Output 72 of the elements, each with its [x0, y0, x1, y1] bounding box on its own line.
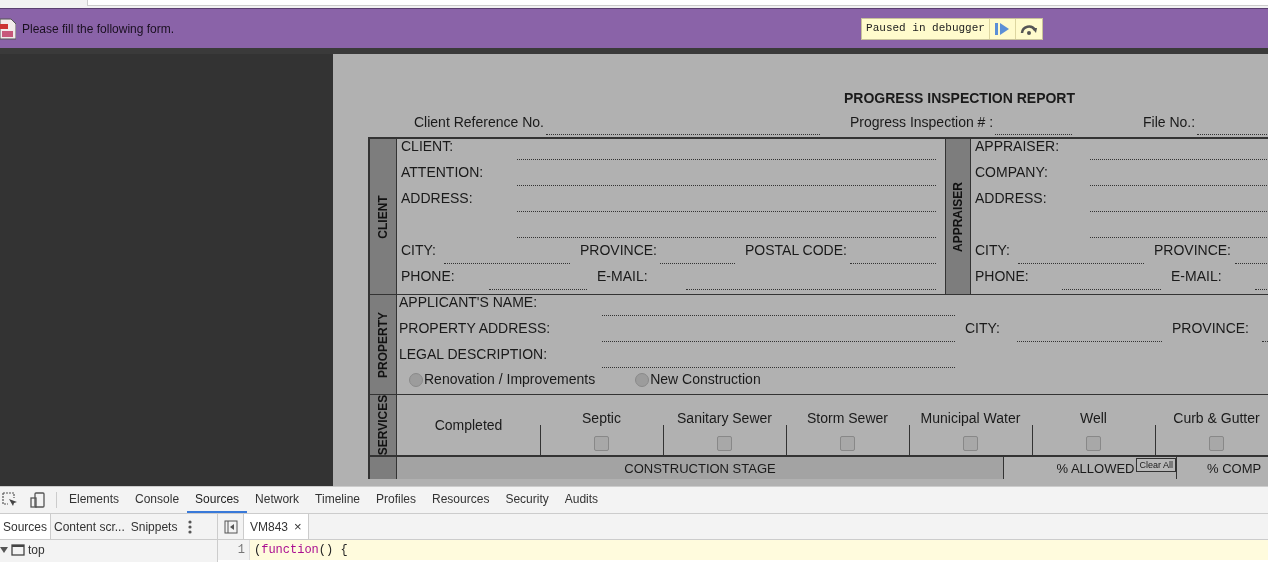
devtools-tab[interactable]: Console — [127, 487, 188, 513]
field-label: CITY: — [401, 241, 437, 260]
table-header-cell: CONSTRUCTION STAGE — [397, 457, 1004, 479]
navigator-tab[interactable]: Snippets — [127, 514, 181, 539]
checkbox[interactable] — [1209, 436, 1224, 451]
section-label: APPRAISER — [945, 139, 971, 294]
more-icon[interactable] — [188, 519, 193, 534]
devtools-tab[interactable]: Timeline — [307, 487, 368, 513]
field-label: PHONE: — [975, 267, 1030, 286]
checkbox[interactable] — [840, 436, 855, 451]
field-label: POSTAL CODE: — [745, 241, 848, 260]
field-label: File No.: — [1143, 113, 1196, 132]
sidebar-toggle-icon — [223, 519, 238, 534]
devtools-tab[interactable]: Security — [497, 487, 557, 513]
devtools-tab[interactable]: Resources — [424, 487, 498, 513]
devtools-tab[interactable]: Profiles — [368, 487, 425, 513]
checkbox[interactable] — [594, 436, 609, 451]
table-header-cell-text: % COMP — [1206, 460, 1262, 478]
column-heading: Municipal Water — [920, 409, 1021, 428]
field-label: APPLICANT'S NAME: — [399, 293, 539, 312]
navigator-tab[interactable]: Content scr... — [51, 514, 128, 539]
close-button[interactable]: × — [294, 516, 302, 537]
section-label: PROPERTY — [370, 295, 397, 394]
field-label: LEGAL DESCRIPTION: — [399, 345, 549, 364]
checkbox[interactable] — [1086, 436, 1101, 451]
column-heading: Well — [1080, 409, 1107, 428]
section-label: SERVICES — [370, 395, 397, 455]
radio-option[interactable]: Renovation / Improvements — [409, 369, 596, 390]
column-heading: Storm Sewer — [807, 409, 888, 428]
checkbox[interactable] — [717, 436, 732, 451]
field-label: E-MAIL: — [597, 267, 649, 286]
tree-item[interactable]: top — [0, 540, 217, 560]
column-heading: Sanitary Sewer — [677, 409, 772, 428]
notification-message: Please fill the following form. — [22, 20, 175, 38]
field-label: APPRAISER: — [975, 137, 1061, 156]
field-label: Client Reference No. — [414, 113, 544, 132]
field-label: CITY: — [975, 241, 1011, 260]
field-label: PHONE: — [401, 267, 456, 286]
column-heading: Curb & Gutter — [1173, 409, 1260, 428]
form-title: PROGRESS INSPECTION REPORT — [844, 89, 1076, 108]
column-heading: Septic — [582, 409, 621, 428]
inspect-icon[interactable] — [2, 492, 18, 508]
field-label: COMPANY: — [975, 163, 1049, 182]
field-label: E-MAIL: — [1171, 267, 1223, 286]
debugger-status: Paused in debugger — [862, 18, 990, 39]
field-label: Progress Inspection # : — [850, 113, 994, 132]
field-label: PROVINCE: — [1172, 319, 1250, 338]
navigator-tab[interactable]: Sources — [0, 514, 52, 539]
row-label: Completed — [434, 415, 503, 435]
field-label: PROVINCE: — [1154, 241, 1232, 260]
checkbox[interactable] — [963, 436, 978, 451]
field-label: PROVINCE: — [580, 241, 658, 260]
device-icon[interactable] — [30, 492, 46, 508]
document-icon — [0, 17, 16, 40]
radio-option[interactable]: New Construction — [635, 369, 761, 390]
table-header-cell-text: % ALLOWED — [1056, 461, 1135, 478]
window-icon — [11, 544, 25, 556]
devtools-tab[interactable]: Audits — [556, 487, 607, 513]
devtools-tab[interactable]: Elements — [61, 487, 128, 513]
field-label: PROPERTY ADDRESS: — [399, 319, 552, 338]
step-over-icon — [1019, 22, 1038, 35]
field-label: ADDRESS: — [975, 189, 1048, 208]
file-tab[interactable]: VM843 × — [244, 514, 309, 539]
field-label: ADDRESS: — [401, 189, 474, 208]
section-label: CLIENT — [370, 139, 397, 294]
clear-all-button[interactable]: Clear All — [1136, 458, 1176, 472]
devtools-tab[interactable]: Network — [247, 487, 308, 513]
field-label: CITY: — [965, 319, 1001, 338]
field-label: ATTENTION: — [401, 163, 485, 182]
field-label: CLIENT: — [401, 137, 455, 156]
line-number: 1 — [218, 540, 250, 560]
play-icon — [995, 22, 1010, 35]
